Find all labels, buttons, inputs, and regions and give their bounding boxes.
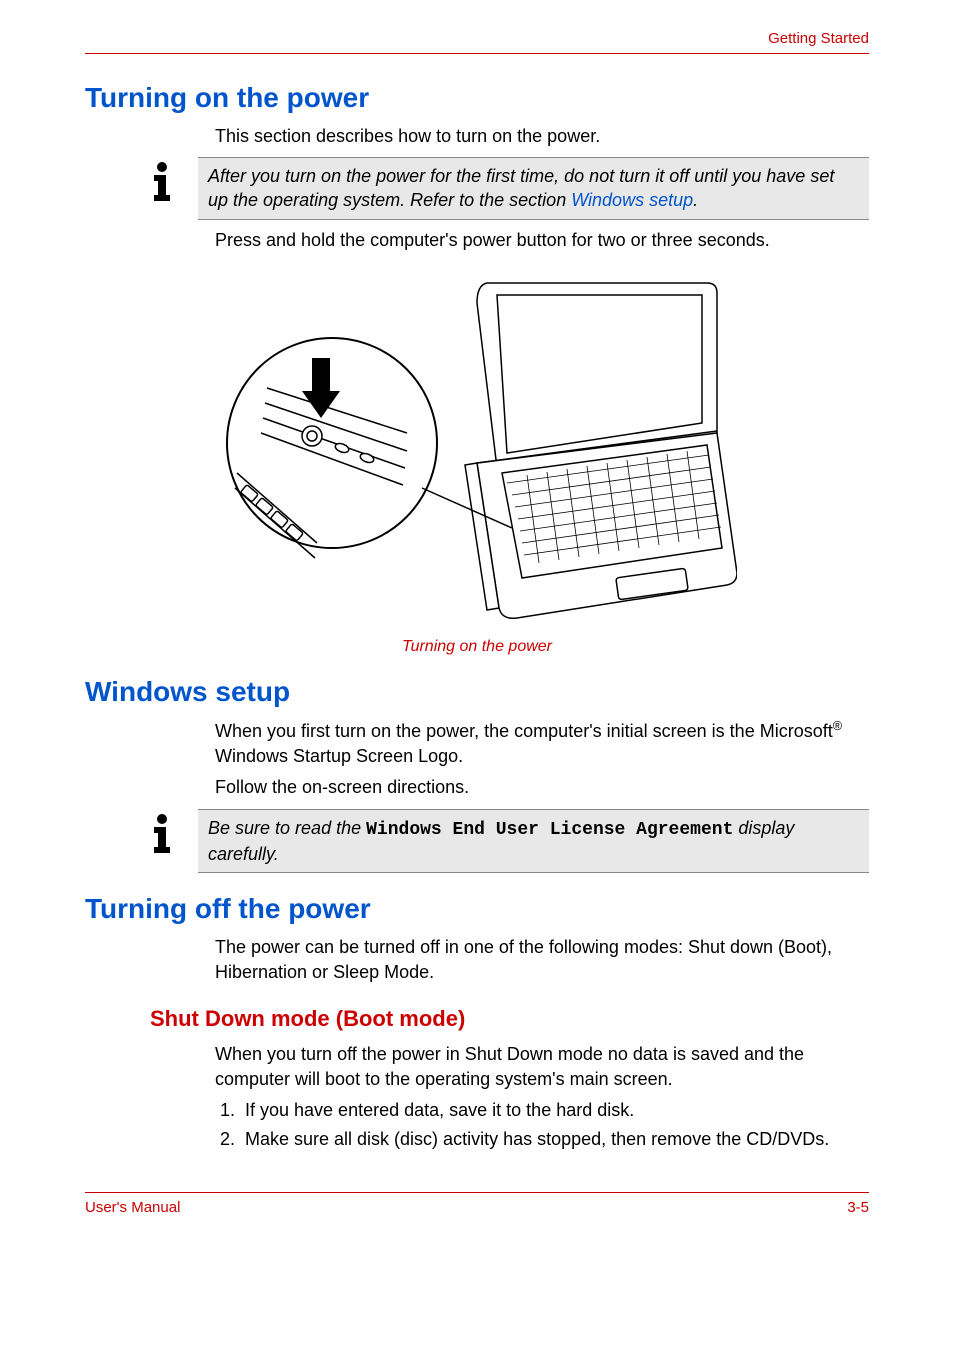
heading-turning-on-power: Turning on the power [85,82,869,114]
header-breadcrumb: Getting Started [85,30,869,54]
section3-paragraph2: When you turn off the power in Shut Down… [215,1042,869,1092]
section2-paragraph2: Follow the on-screen directions. [215,775,869,800]
s2p1-post: Windows Startup Screen Logo. [215,746,463,766]
info-icon [140,159,184,203]
figure-power-on: Turning on the power [85,273,869,656]
subheading-shutdown-mode: Shut Down mode (Boot mode) [150,1006,869,1032]
note-text-1: After you turn on the power for the firs… [198,157,869,220]
page-footer: User's Manual 3-5 [85,1192,869,1216]
laptop-power-illustration [217,273,737,623]
registered-symbol: ® [833,719,842,733]
footer-manual-label: User's Manual [85,1199,180,1216]
heading-turning-off-power: Turning off the power [85,893,869,925]
heading-windows-setup: Windows setup [85,676,869,708]
eula-label: Windows End User License Agreement [366,820,733,840]
shutdown-step-1: If you have entered data, save it to the… [240,1098,869,1123]
windows-setup-link[interactable]: Windows setup [571,190,693,210]
shutdown-steps-list: If you have entered data, save it to the… [215,1098,869,1152]
shutdown-step-2: Make sure all disk (disc) activity has s… [240,1127,869,1152]
note2-pre-text: Be sure to read the [208,818,366,838]
figure-caption-power: Turning on the power [85,638,869,656]
info-icon [140,811,184,855]
note-block-1: After you turn on the power for the firs… [85,157,869,220]
section2-paragraph1: When you first turn on the power, the co… [215,718,869,769]
footer-page-number: 3-5 [847,1199,869,1216]
section1-paragraph1: This section describes how to turn on th… [215,124,869,149]
note-block-2: Be sure to read the Windows End User Lic… [85,809,869,874]
note1-post-text: . [693,190,698,210]
note1-pre-text: After you turn on the power for the firs… [208,166,834,210]
section3-paragraph1: The power can be turned off in one of th… [215,935,869,985]
section1-paragraph2: Press and hold the computer's power butt… [215,228,869,253]
note-text-2: Be sure to read the Windows End User Lic… [198,809,869,874]
s2p1-pre: When you first turn on the power, the co… [215,721,833,741]
